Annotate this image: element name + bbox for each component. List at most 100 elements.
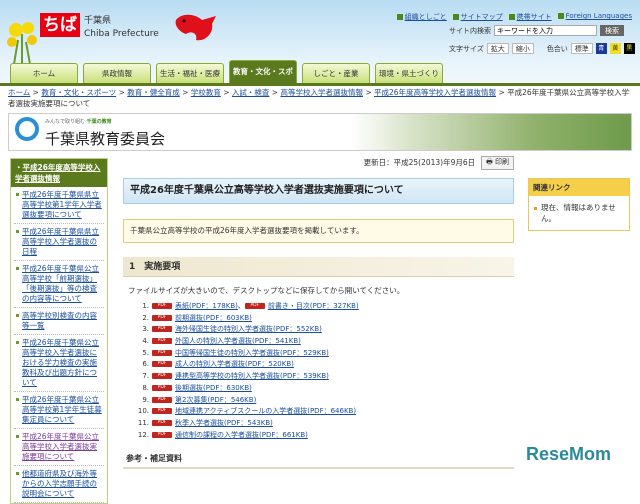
print-button[interactable]: 🖶 印刷 [481,155,514,170]
item-number: 10. [137,407,149,416]
pdf-link[interactable]: 地域連携アクティブスクールの入学者選抜(PDF：646KB) [175,407,356,415]
section-heading: 1 実施要項 [123,257,514,277]
sidebar-heading[interactable]: ・平成26年度高等学校入学者選抜情報 [11,159,107,187]
notice-box: 千葉県公立高等学校の平成26年度入学者選抜要項を掲載しています。 [123,219,514,243]
color-standard-button[interactable]: 標準 [570,43,593,54]
sidebar: ・平成26年度高等学校入学者選抜情報 平成26年度千葉県県立高等学校第1学年入学… [10,158,108,504]
top-link[interactable]: 携帯サイト [508,12,552,22]
item-number: 2. [142,313,149,322]
item-number: 11. [137,418,149,427]
breadcrumb-link[interactable]: 教育・健全育成 [127,88,180,97]
pdf-link[interactable]: 後期選抜(PDF：630KB) [175,384,252,392]
search-button[interactable]: 検索 [600,25,624,36]
pdf-icon: PDF [152,326,172,333]
item-number: 12. [137,430,149,439]
pdf-link[interactable]: 連携型高等学校の特別入学者選抜(PDF：539KB) [175,372,329,380]
main-content: 更新日：平成25(2013)年9月6日 🖶 印刷 平成26年度千葉県公立高等学校… [123,155,514,470]
breadcrumb: ホーム > 教育・文化・スポーツ > 教育・健全育成 > 学校教育 > 入試・検… [8,88,630,108]
nav-tab-education[interactable]: 教育・文化・スポーツ [229,60,297,98]
sidebar-item[interactable]: 平成26年度千葉県県立高等学校第1学年入学者選抜要項について [14,187,104,224]
font-size-label: 文字サイズ [449,44,484,53]
pdf-link[interactable]: 秋季入学者選抜(PDF：543KB) [175,419,273,427]
color-black-button[interactable]: 黒 [623,43,635,54]
reference-heading: 参考・補足資料 [123,453,514,470]
pdf-file-item: 1. PDF 表紙(PDF：178KB)、 PDF 前書き・目次(PDF：327KB) [123,301,514,313]
sidebar-item[interactable]: 平成26年度千葉県公立高等学校「前期選抜」「後期選抜」等の検査の内容等について [14,261,104,308]
sidebar-item[interactable]: 平成26年度千葉県公立高等学校第1学年生徒募集定員について [14,392,104,429]
pdf-file-item: 8. PDF 後期選抜(PDF：630KB) [123,383,514,395]
breadcrumb-link[interactable]: 学校教育 [191,88,221,97]
e-logo-icon [15,117,39,141]
pdf-link[interactable]: 中国等帰国生徒の特別入学者選抜(PDF：529KB) [175,349,329,357]
display-options: 文字サイズ 拡大 縮小 色合い 標準 青 黄 黒 [449,43,635,54]
related-links: 関連リンク 現在、情報はありません。 [528,178,630,231]
nav-tab-government[interactable]: 県政情報 [83,63,151,83]
item-number: 6. [142,360,149,369]
item-number: 9. [142,395,149,404]
pdf-link[interactable]: 前期選抜(PDF：603KB) [175,314,252,322]
pdf-link[interactable]: 前書き・目次(PDF：327KB) [268,302,359,310]
item-number: 7. [142,372,149,381]
color-label: 色合い [546,44,568,53]
sidebar-item[interactable]: 高等学校別検査の内容等一覧 [14,308,104,335]
search-input[interactable] [494,25,597,36]
top-links: 組織としごと サイトマップ 携帯サイト Foreign Languages [396,12,632,22]
rapeseed-flower-icon [7,22,37,64]
font-smaller-button[interactable]: 縮小 [511,43,534,54]
breadcrumb-link[interactable]: 平成26年度高等学校入学者選抜情報 [374,88,496,97]
update-row: 更新日：平成25(2013)年9月6日 🖶 印刷 [123,155,514,170]
breadcrumb-link[interactable]: ホーム [8,88,30,97]
pdf-icon: PDF [152,314,172,321]
top-link[interactable]: サイトマップ [452,12,503,22]
breadcrumb-link[interactable]: 教育・文化・スポーツ [41,88,116,97]
pdf-icon: PDF [152,338,172,345]
global-nav: ホーム 県政情報 生活・福祉・医療 教育・文化・スポーツ しごと・産業 環境・県… [10,60,443,98]
pdf-icon: PDF [152,431,172,438]
sidebar-item-current[interactable]: 平成26年度千葉県公立高等学校入学者選抜実施要項について [14,429,104,466]
pdf-icon: PDF [152,408,172,415]
sidebar-item[interactable]: 平成26年度千葉県公立高等学校入学者選抜における学力検査の実施教科及び出題方針に… [14,335,104,392]
pdf-file-item: 11. PDF 秋季入学者選抜(PDF：543KB) [123,418,514,430]
sidebar-item[interactable]: 他都道府県及び海外等からの入学志願手続の説明会について [14,466,104,503]
font-larger-button[interactable]: 拡大 [486,43,509,54]
pdf-link[interactable]: 通信制の課程の入学者選抜(PDF：661KB) [175,431,308,439]
color-yellow-button[interactable]: 黄 [609,43,621,54]
pdf-file-item: 6. PDF 成人の特別入学者選抜(PDF：520KB) [123,359,514,371]
sidebar-item[interactable]: 平成26年度千葉県県立高等学校入学者選抜の日程 [14,224,104,261]
chiba-logo[interactable]: ちば [40,13,80,37]
item-number: 3. [142,325,149,334]
nav-tab-home[interactable]: ホーム [10,63,78,83]
item-number: 4. [142,337,149,346]
pdf-file-item: 10. PDF 地域連携アクティブスクールの入学者選抜(PDF：646KB) [123,406,514,418]
pdf-link[interactable]: 海外帰国生徒の特別入学者選抜(PDF：552KB) [175,325,322,333]
related-links-heading: 関連リンク [529,179,629,196]
color-blue-button[interactable]: 青 [595,43,607,54]
banner-subtitle: みんなで取り組む 千葉の教育 [45,119,112,125]
pdf-link[interactable]: 表紙(PDF：178KB) [175,302,238,310]
item-number: 8. [142,383,149,392]
intro-text: ファイルサイズが大きいので、デスクトップなどに保存してから開いてください。 [128,286,405,295]
banner-title: 千葉県教育委員会 [45,130,166,148]
nav-tab-work[interactable]: しごと・産業 [302,63,370,83]
pdf-file-item: 9. PDF 第2次募集(PDF：546KB) [123,395,514,407]
chiba-kun-mascot-icon [175,14,216,41]
breadcrumb-link[interactable]: 高等学校入学者選抜情報 [280,88,363,97]
pdf-file-item: 3. PDF 海外帰国生徒の特別入学者選抜(PDF：552KB) [123,324,514,336]
board-of-education-banner[interactable]: みんなで取り組む 千葉の教育 千葉県教育委員会 [8,113,632,151]
site-search: サイト内検索 検索 [449,25,624,36]
prefecture-name: 千葉県 Chiba Prefecture [84,16,159,39]
pdf-link[interactable]: 外国人の特別入学者選抜(PDF：541KB) [175,337,301,345]
page-title: 平成26年度千葉県公立高等学校入学者選抜実施要項について [123,178,514,204]
pdf-link[interactable]: 成人の特別入学者選抜(PDF：520KB) [175,360,294,368]
site-header: ちば 千葉県 Chiba Prefecture 組織としごと サイトマップ 携帯サ… [0,0,640,98]
pdf-icon: PDF [152,396,172,403]
pdf-file-item: 12. PDF 通信制の課程の入学者選抜(PDF：661KB) [123,430,514,442]
pdf-icon: PDF [152,303,172,309]
breadcrumb-link[interactable]: 入試・検査 [232,88,270,97]
top-link[interactable]: Foreign Languages [557,12,632,22]
nav-tab-living[interactable]: 生活・福祉・医療 [156,63,224,83]
top-link[interactable]: 組織としごと [396,12,447,22]
pdf-link[interactable]: 第2次募集(PDF：546KB) [175,396,256,404]
nav-tab-environment[interactable]: 環境・県土づくり [375,63,443,83]
item-number: 5. [142,348,149,357]
